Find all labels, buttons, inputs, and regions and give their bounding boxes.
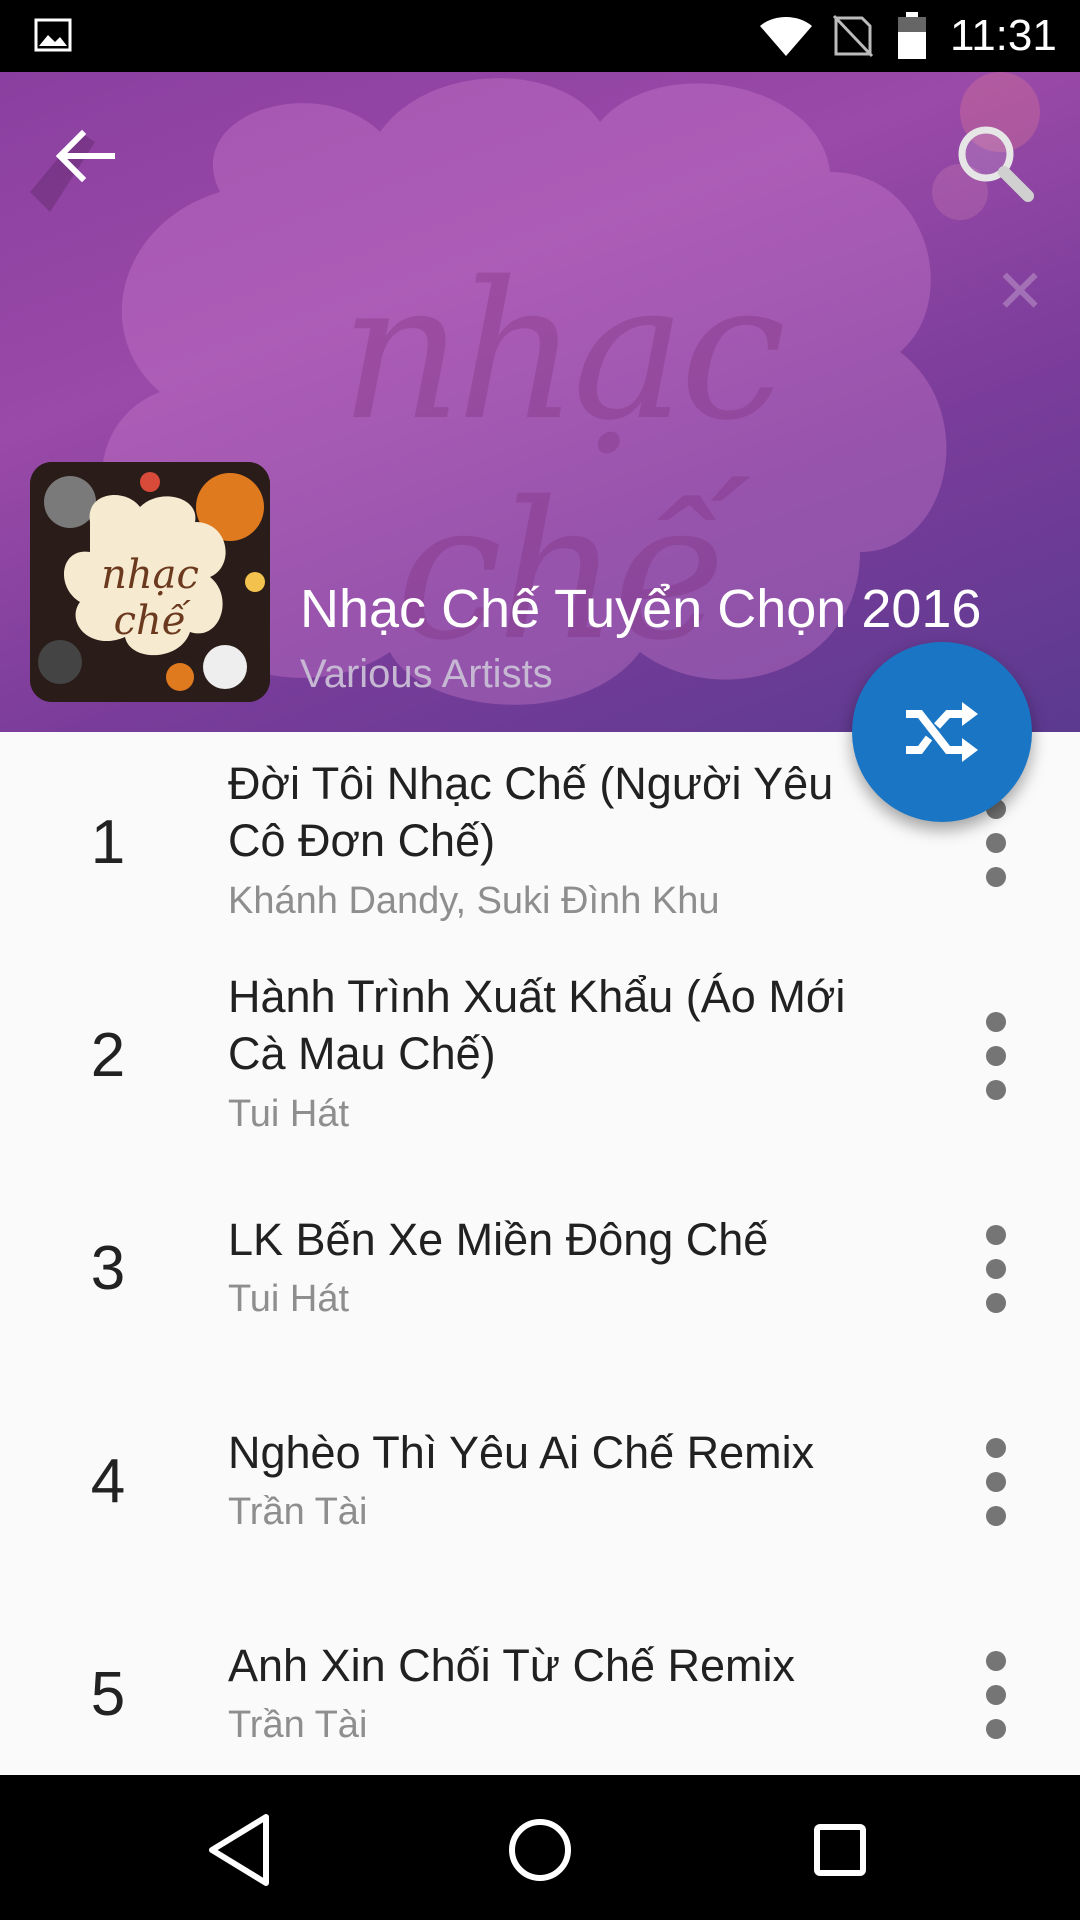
- battery-icon: [898, 12, 926, 59]
- track-number: 2: [90, 1021, 126, 1090]
- back-button[interactable]: [52, 124, 116, 188]
- wifi-icon: [760, 17, 812, 56]
- nav-home-button[interactable]: [495, 1805, 585, 1895]
- album-art: nhạc chế: [30, 462, 270, 702]
- album-header: ✕ nhạc chế nhạc chế Nhạc Chế Tuyển Chọn …: [0, 72, 1080, 732]
- nav-back-button[interactable]: [196, 1805, 286, 1895]
- svg-text:✕: ✕: [995, 257, 1045, 327]
- status-bar: 11:31: [0, 0, 1080, 72]
- shuffle-button[interactable]: [852, 642, 1032, 822]
- track-number: 5: [90, 1660, 126, 1729]
- track-title: Hành Trình Xuất Khẩu (Áo Mới Cà Mau Chế): [228, 971, 846, 1079]
- track-artist: Tui Hát: [228, 1093, 350, 1135]
- navigation-bar: [0, 1775, 1080, 1920]
- search-button[interactable]: [952, 120, 1036, 204]
- track-row-5[interactable]: 5 Anh Xin Chối Từ Chế Remix Trần Tài: [0, 1587, 1080, 1775]
- album-title: Nhạc Chế Tuyển Chọn 2016: [300, 579, 982, 639]
- track-artist: Trần Tài: [228, 1704, 368, 1746]
- album-artist: Various Artists: [300, 652, 553, 696]
- track-row-3[interactable]: 3 LK Bến Xe Miền Đông Chế Tui Hát: [0, 1161, 1080, 1374]
- track-number: 4: [90, 1447, 126, 1516]
- album-art-text: nhạc chế: [101, 552, 199, 644]
- more-options-icon[interactable]: [968, 1647, 1024, 1743]
- track-title: Đời Tôi Nhạc Chế (Người Yêu Cô Đơn Chế): [228, 758, 834, 866]
- track-artist: Trần Tài: [228, 1491, 368, 1533]
- track-number: 3: [90, 1234, 126, 1303]
- track-title: Nghèo Thì Yêu Ai Chế Remix: [228, 1427, 815, 1478]
- track-title: LK Bến Xe Miền Đông Chế: [228, 1214, 769, 1265]
- more-options-icon[interactable]: [968, 1221, 1024, 1317]
- nav-recents-button[interactable]: [795, 1805, 885, 1895]
- track-row-4[interactable]: 4 Nghèo Thì Yêu Ai Chế Remix Trần Tài: [0, 1374, 1080, 1587]
- track-title: Anh Xin Chối Từ Chế Remix: [228, 1640, 796, 1691]
- more-options-icon[interactable]: [968, 1008, 1024, 1104]
- status-time: 11:31: [950, 11, 1057, 60]
- no-sim-icon: [832, 14, 874, 58]
- shuffle-icon: [906, 702, 978, 762]
- track-artist: Khánh Dandy, Suki Đình Khu: [228, 880, 720, 922]
- image-notification-icon: [34, 18, 72, 52]
- track-number: 1: [90, 808, 126, 877]
- more-options-icon[interactable]: [968, 1434, 1024, 1530]
- track-row-2[interactable]: 2 Hành Trình Xuất Khẩu (Áo Mới Cà Mau Ch…: [0, 948, 1080, 1161]
- track-artist: Tui Hát: [228, 1278, 350, 1320]
